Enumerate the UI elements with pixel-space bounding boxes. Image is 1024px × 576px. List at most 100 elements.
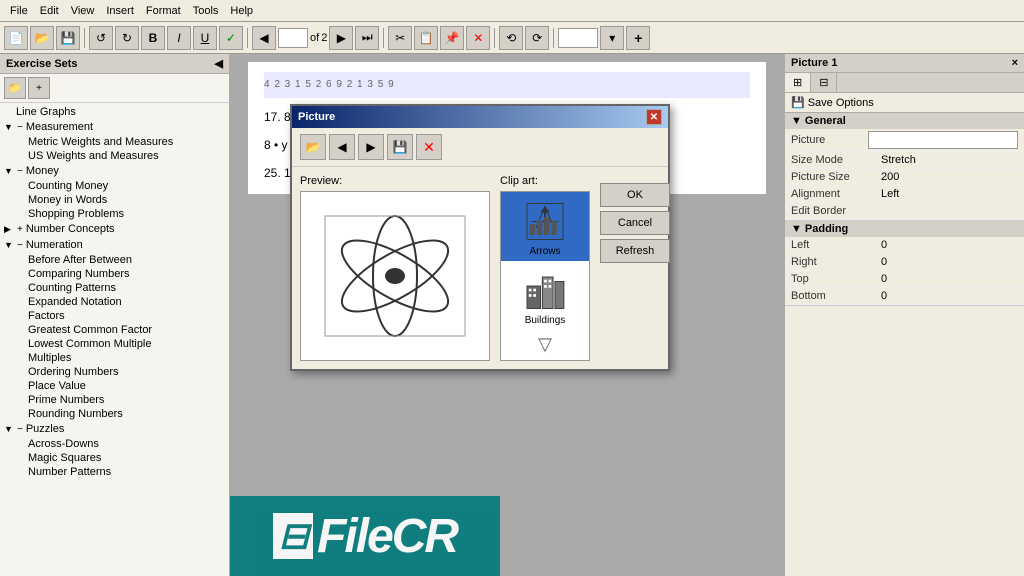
paste-button[interactable]: 📌 bbox=[440, 26, 464, 50]
tree-item-us-weights[interactable]: US Weights and Measures bbox=[0, 149, 229, 163]
dialog-open-button[interactable]: 📂 bbox=[300, 134, 326, 160]
prop-padding-label: Padding bbox=[805, 223, 848, 235]
dialog-back-button[interactable]: ◀ bbox=[329, 134, 355, 160]
page-of-label: of bbox=[310, 32, 319, 44]
dialog-buttons: OK Cancel Refresh bbox=[600, 175, 676, 361]
prop-general-header: ▼ General bbox=[785, 113, 1024, 129]
tab-properties[interactable]: ⊞ bbox=[785, 73, 811, 92]
prop-general-collapse[interactable]: ▼ bbox=[791, 115, 802, 127]
zoom-input[interactable]: 66% bbox=[558, 28, 598, 48]
underline-button[interactable]: U bbox=[193, 26, 217, 50]
tree-item-gcf[interactable]: Greatest Common Factor bbox=[0, 323, 229, 337]
prop-pad-right-value: 0 bbox=[881, 256, 1018, 268]
tree-item-factors[interactable]: Factors bbox=[0, 309, 229, 323]
copy-button[interactable]: 📋 bbox=[414, 26, 438, 50]
sidebar-tool-2[interactable]: + bbox=[28, 77, 50, 99]
redo-button[interactable]: ↻ bbox=[115, 26, 139, 50]
tree-item-ordering[interactable]: Ordering Numbers bbox=[0, 365, 229, 379]
tree-item-place-value[interactable]: Place Value bbox=[0, 379, 229, 393]
menu-format[interactable]: Format bbox=[140, 3, 187, 19]
tree-item-num-patterns[interactable]: Number Patterns bbox=[0, 465, 229, 479]
cat-icon-puzzles: − bbox=[17, 424, 23, 435]
clipart-list[interactable]: Arrows bbox=[500, 191, 590, 361]
tree-item-multiples[interactable]: Multiples bbox=[0, 351, 229, 365]
page-current-input[interactable]: 1 bbox=[278, 28, 308, 48]
undo2-button[interactable]: ⟲ bbox=[499, 26, 523, 50]
dialog-cancel-button[interactable]: Cancel bbox=[600, 211, 670, 235]
save-button[interactable]: 💾 bbox=[56, 26, 80, 50]
clipart-item-arrows[interactable]: Arrows bbox=[501, 192, 589, 261]
tree-item-counting-patterns[interactable]: Counting Patterns bbox=[0, 281, 229, 295]
dialog-save-button[interactable]: 💾 bbox=[387, 134, 413, 160]
menu-edit[interactable]: Edit bbox=[34, 3, 65, 19]
prop-pad-bottom-row: Bottom 0 bbox=[785, 288, 1024, 305]
dialog-delete-button[interactable]: ✕ bbox=[416, 134, 442, 160]
prop-pad-bottom-label: Bottom bbox=[791, 290, 881, 302]
menu-tools[interactable]: Tools bbox=[187, 3, 225, 19]
prop-pad-top-label: Top bbox=[791, 273, 881, 285]
delete-button[interactable]: ✕ bbox=[466, 26, 490, 50]
menu-file[interactable]: File bbox=[4, 3, 34, 19]
clipart-item-more[interactable]: ▽ bbox=[501, 330, 589, 358]
tree-cat-measurement[interactable]: ▼ − Measurement bbox=[0, 119, 229, 135]
right-panel-close-icon[interactable]: × bbox=[1012, 57, 1018, 69]
zoom-in-button[interactable]: + bbox=[626, 26, 650, 50]
menu-insert[interactable]: Insert bbox=[100, 3, 140, 19]
cat-label-numeration: Numeration bbox=[26, 239, 83, 251]
tree-item-counting-money[interactable]: Counting Money bbox=[0, 179, 229, 193]
dialog-forward-button[interactable]: ▶ bbox=[358, 134, 384, 160]
prop-pad-left-label: Left bbox=[791, 239, 881, 251]
dialog-close-button[interactable]: ✕ bbox=[646, 109, 662, 125]
new-button[interactable]: 📄 bbox=[4, 26, 28, 50]
prop-padding-collapse[interactable]: ▼ bbox=[791, 223, 802, 235]
menu-view[interactable]: View bbox=[65, 3, 101, 19]
forward-button[interactable]: ▶ bbox=[329, 26, 353, 50]
tree-item-prime[interactable]: Prime Numbers bbox=[0, 393, 229, 407]
tree-item-comparing[interactable]: Comparing Numbers bbox=[0, 267, 229, 281]
dialog-refresh-button[interactable]: Refresh bbox=[600, 239, 670, 263]
bold-button[interactable]: B bbox=[141, 26, 165, 50]
italic-button[interactable]: I bbox=[167, 26, 191, 50]
dialog-ok-button[interactable]: OK bbox=[600, 183, 670, 207]
prop-picturesize-row: Picture Size 200 bbox=[785, 169, 1024, 186]
cut-button[interactable]: ✂ bbox=[388, 26, 412, 50]
back-button[interactable]: ◀ bbox=[252, 26, 276, 50]
undo-button[interactable]: ↺ bbox=[89, 26, 113, 50]
dialog-toolbar: 📂 ◀ ▶ 💾 ✕ bbox=[292, 128, 668, 167]
tree-item-magic-squares[interactable]: Magic Squares bbox=[0, 451, 229, 465]
tree-item-across-downs[interactable]: Across-Downs bbox=[0, 437, 229, 451]
dialog-body: Preview: bbox=[292, 167, 668, 369]
tree-cat-numconcepts[interactable]: ▶ + Number Concepts bbox=[0, 221, 229, 237]
tree-item-rounding[interactable]: Rounding Numbers bbox=[0, 407, 229, 421]
tree-cat-puzzles[interactable]: ▼ − Puzzles bbox=[0, 421, 229, 437]
sidebar-collapse-icon[interactable]: ◀ bbox=[215, 57, 223, 70]
cat-label-numconcepts: Number Concepts bbox=[26, 223, 115, 235]
clipart-item-buildings[interactable]: Buildings bbox=[501, 261, 589, 330]
tab-extra[interactable]: ⊟ bbox=[811, 73, 837, 92]
clipart-thumb-buildings bbox=[515, 265, 575, 315]
tree-item-linegraphs[interactable]: Line Graphs bbox=[0, 105, 229, 119]
tree-item-money-words[interactable]: Money in Words bbox=[0, 193, 229, 207]
open-button[interactable]: 📂 bbox=[30, 26, 54, 50]
menu-help[interactable]: Help bbox=[224, 3, 259, 19]
tree-cat-money[interactable]: ▼ − Money bbox=[0, 163, 229, 179]
zoom-dropdown-button[interactable]: ▾ bbox=[600, 26, 624, 50]
check-button[interactable]: ✓ bbox=[219, 26, 243, 50]
prop-picture-input[interactable] bbox=[868, 131, 1018, 149]
save-label: Save Options bbox=[808, 97, 874, 109]
save-icon: 💾 bbox=[791, 96, 805, 109]
collapse-arrow-numeration: ▼ bbox=[4, 240, 14, 250]
tree-item-shopping[interactable]: Shopping Problems bbox=[0, 207, 229, 221]
redo2-button[interactable]: ⟳ bbox=[525, 26, 549, 50]
toolbar: 📄 📂 💾 ↺ ↻ B I U ✓ ◀ 1 of 2 ▶ ⏭ ✂ 📋 📌 ✕ ⟲… bbox=[0, 22, 1024, 54]
toolbar-sep-2 bbox=[247, 28, 248, 48]
right-panel-save[interactable]: 💾 Save Options bbox=[785, 93, 1024, 113]
tree-item-lcm[interactable]: Lowest Common Multiple bbox=[0, 337, 229, 351]
tree-item-metric[interactable]: Metric Weights and Measures bbox=[0, 135, 229, 149]
last-button[interactable]: ⏭ bbox=[355, 26, 379, 50]
prop-section-general: ▼ General Picture Size Mode Stretch Pict… bbox=[785, 113, 1024, 221]
tree-cat-numeration[interactable]: ▼ − Numeration bbox=[0, 237, 229, 253]
tree-item-bab[interactable]: Before After Between bbox=[0, 253, 229, 267]
sidebar-tool-1[interactable]: 📁 bbox=[4, 77, 26, 99]
tree-item-expanded[interactable]: Expanded Notation bbox=[0, 295, 229, 309]
